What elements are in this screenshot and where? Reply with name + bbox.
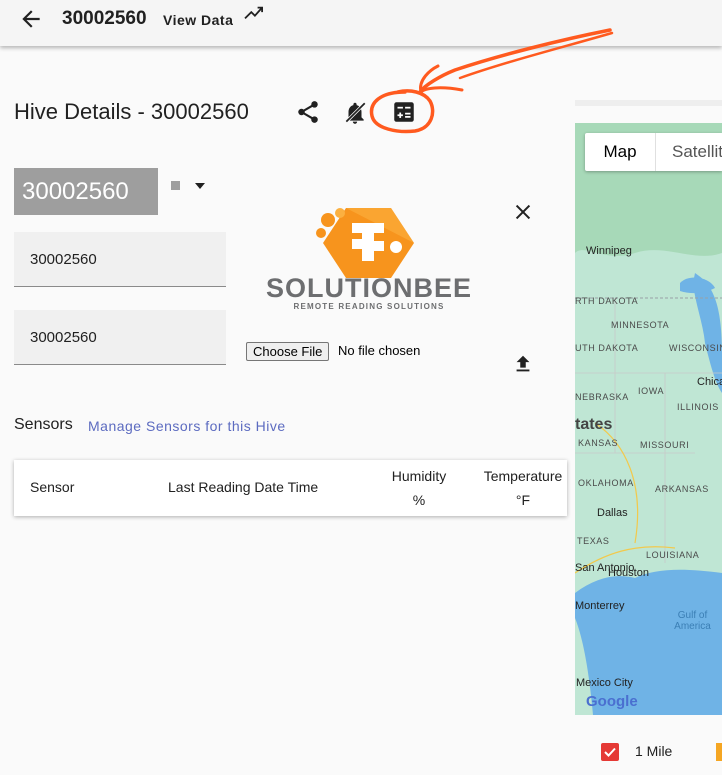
radius-checkbox[interactable] bbox=[601, 743, 619, 761]
column-header-sensor[interactable]: Sensor bbox=[30, 479, 74, 495]
map-city-label: Mexico City bbox=[576, 677, 633, 689]
sensors-table: Sensor Last Reading Date Time Humidity %… bbox=[14, 460, 567, 516]
map-water-label: Gulf of America bbox=[674, 610, 711, 632]
map-type-map-button[interactable]: Map bbox=[585, 133, 655, 171]
check-icon bbox=[604, 747, 616, 757]
top-app-bar: 30002560 View Data bbox=[0, 0, 722, 46]
map-state-label: UTH DAKOTA bbox=[575, 343, 639, 353]
map-city-label: Winnipeg bbox=[586, 245, 632, 257]
page-title: Hive Details - 30002560 bbox=[14, 99, 249, 124]
column-header-temperature[interactable]: Temperature °F bbox=[478, 468, 568, 508]
hive-id-title: 30002560 bbox=[62, 8, 147, 29]
share-icon[interactable] bbox=[295, 99, 321, 125]
map-state-label: ARKANSAS bbox=[655, 484, 709, 494]
map-state-label: NEBRASKA bbox=[575, 392, 629, 402]
close-icon[interactable] bbox=[512, 201, 534, 223]
map-state-label: RTH DAKOTA bbox=[575, 296, 639, 306]
arrow-left-icon[interactable] bbox=[18, 6, 44, 32]
map-state-label: MINNESOTA bbox=[611, 320, 670, 330]
view-data-label: View Data bbox=[163, 12, 234, 28]
map-city-label: Chicago bbox=[697, 376, 722, 388]
google-logo: Google bbox=[586, 693, 638, 710]
solutionbee-logo: SOLUTIONBEE REMOTE READING SOLUTIONS bbox=[266, 208, 472, 311]
hive-name-value: 30002560 bbox=[30, 251, 97, 268]
column-header-label: Temperature bbox=[483, 468, 563, 484]
sensors-label: Sensors bbox=[14, 416, 73, 433]
chevron-down-icon[interactable] bbox=[194, 182, 206, 190]
column-header-label: Sensor bbox=[30, 479, 75, 495]
map-state-label: MISSOURI bbox=[640, 440, 690, 450]
map-city-label: Dallas bbox=[597, 507, 628, 519]
bell-off-icon[interactable] bbox=[342, 100, 368, 126]
hive-description-field[interactable]: 30002560 bbox=[14, 310, 226, 365]
trending-up-icon[interactable] bbox=[243, 4, 265, 22]
column-header-label: Humidity bbox=[391, 468, 447, 484]
map-state-label: OKLAHOMA bbox=[578, 478, 634, 488]
radius-label: 1 Mile bbox=[635, 743, 673, 759]
file-status: No file chosen bbox=[338, 343, 421, 358]
column-header-last-reading[interactable]: Last Reading Date Time bbox=[168, 479, 318, 495]
column-header-unit: % bbox=[412, 492, 426, 508]
map-type-satellite-button[interactable]: Satellite bbox=[655, 133, 722, 171]
map-state-label: ILLINOIS bbox=[677, 402, 719, 412]
hive-description-value: 30002560 bbox=[30, 329, 97, 346]
logo-wordmark: SOLUTIONBEE bbox=[266, 273, 472, 303]
map-type-toggle: Map Satellite bbox=[585, 133, 722, 171]
map-city-label: Monterrey bbox=[575, 600, 625, 612]
map-country-label: tates bbox=[575, 416, 613, 433]
map-state-label: TEXAS bbox=[577, 536, 610, 546]
hive-id-box: 30002560 bbox=[14, 168, 158, 215]
column-header-label: Last Reading Date Time bbox=[168, 479, 319, 495]
column-header-unit: °F bbox=[515, 492, 531, 508]
map-state-label: LOUISIANA bbox=[646, 550, 700, 560]
map-state-label: WISCONSIN bbox=[669, 343, 722, 353]
column-header-humidity[interactable]: Humidity % bbox=[384, 468, 454, 508]
upload-icon[interactable] bbox=[512, 352, 534, 376]
map-city-label: San Antonio bbox=[575, 562, 635, 574]
hive-id-display: 30002560 bbox=[22, 178, 129, 205]
hive-name-field[interactable]: 30002560 bbox=[14, 232, 226, 287]
secondary-checkbox[interactable] bbox=[716, 743, 722, 761]
choose-file-button[interactable]: Choose File bbox=[246, 342, 330, 361]
status-indicator bbox=[171, 181, 180, 190]
manage-sensors-link[interactable]: Manage Sensors for this Hive bbox=[88, 418, 286, 434]
calculator-icon[interactable] bbox=[391, 99, 417, 125]
map-state-label: IOWA bbox=[638, 386, 665, 396]
logo-tagline: REMOTE READING SOLUTIONS bbox=[293, 302, 444, 311]
map-state-label: KANSAS bbox=[578, 438, 619, 448]
map-header-strip bbox=[575, 100, 722, 106]
